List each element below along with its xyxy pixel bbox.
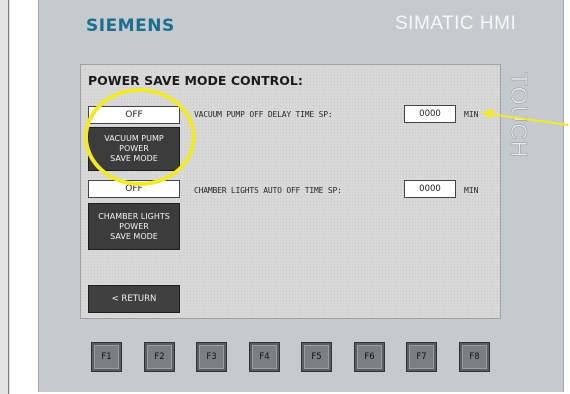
f8-key[interactable]: F8 xyxy=(459,342,490,372)
button-line: POWER xyxy=(119,221,149,231)
f6-key[interactable]: F6 xyxy=(354,342,385,372)
f7-key[interactable]: F7 xyxy=(406,342,437,372)
siemens-logo: SIEMENS xyxy=(86,16,175,36)
f6-key-label: F6 xyxy=(357,345,382,369)
chamber-lights-power-save-button[interactable]: CHAMBER LIGHTS POWER SAVE MODE xyxy=(88,203,180,250)
button-line: SAVE MODE xyxy=(110,231,158,241)
f5-key[interactable]: F5 xyxy=(301,342,332,372)
chamber-lights-off-label: CHAMBER LIGHTS AUTO OFF TIME SP: xyxy=(194,186,342,195)
chamber-lights-off-unit: MIN xyxy=(464,186,479,195)
f5-key-label: F5 xyxy=(304,345,329,369)
f2-key[interactable]: F2 xyxy=(144,342,175,372)
f1-key-label: F1 xyxy=(94,345,119,369)
f1-key[interactable]: F1 xyxy=(91,342,122,372)
f4-key-label: F4 xyxy=(252,345,277,369)
f3-key-label: F3 xyxy=(199,345,224,369)
left-divider xyxy=(8,0,9,394)
chamber-lights-off-input[interactable]: 0000 xyxy=(404,180,456,198)
pointer-arrow xyxy=(482,108,569,126)
page-title: POWER SAVE MODE CONTROL: xyxy=(88,73,303,88)
return-button[interactable]: < RETURN xyxy=(88,285,180,313)
vacuum-pump-delay-input[interactable]: 0000 xyxy=(404,105,456,123)
vacuum-pump-delay-label: VACUUM PUMP OFF DELAY TIME SP: xyxy=(194,110,333,119)
button-line: CHAMBER LIGHTS xyxy=(98,211,170,221)
f2-key-label: F2 xyxy=(147,345,172,369)
f8-key-label: F8 xyxy=(462,345,487,369)
simatic-hmi-label: SIMATIC HMI xyxy=(395,13,517,34)
highlight-circle xyxy=(84,88,196,186)
f3-key[interactable]: F3 xyxy=(196,342,227,372)
f4-key[interactable]: F4 xyxy=(249,342,280,372)
f7-key-label: F7 xyxy=(409,345,434,369)
